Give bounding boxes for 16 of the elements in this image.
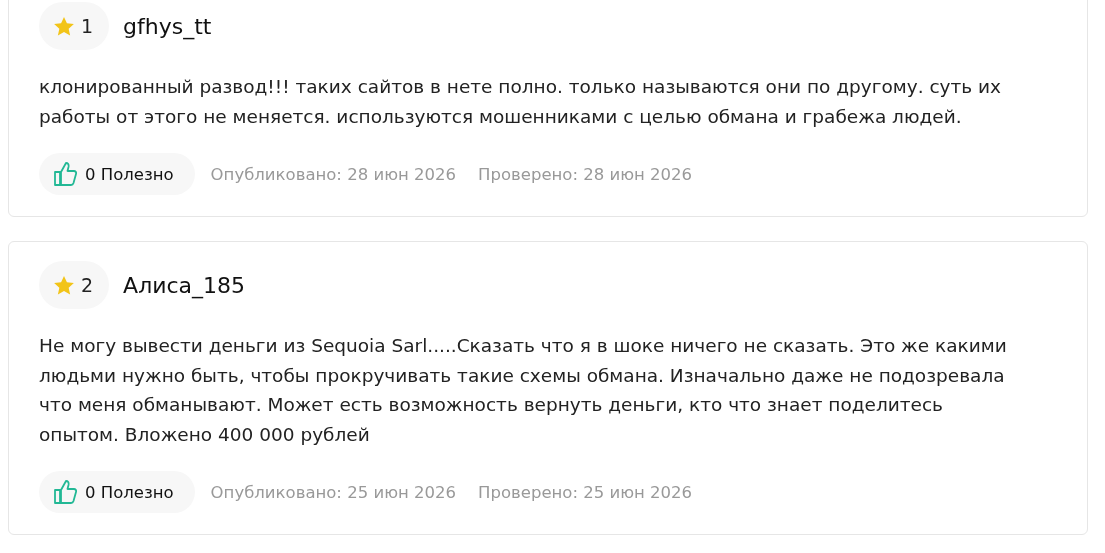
review-text: Не могу вывести деньги из Sequoia Sarl.....Сказать что я в шоке ничего не сказать. Это же какими людьми нужно быть, чтобы прокручивать такие схемы обмана. Изначально даже не подозревала что меня обманывают. Может есть возможность вернуть деньги, кто что знает поделитесь опытом. Вложено 400 000 рублей	[39, 334, 1008, 447]
star-icon	[53, 15, 75, 37]
checked-date: Проверено: 25 июн 2026	[478, 482, 693, 502]
published-date: Опубликовано: 25 июн 2026	[210, 482, 457, 502]
star-icon	[53, 274, 75, 296]
helpful-button[interactable]: 0 Полезно	[39, 471, 195, 513]
thumbs-up-icon	[53, 161, 77, 187]
review-text: клонированный развод!!! таких сайтов в нете полно. только называются они по другому. суть их работы от этого не меняется. используются мошенниками с целью обмана и грабежа людей.	[39, 75, 1003, 129]
author-name: gfhys_tt	[123, 13, 212, 39]
helpful-button[interactable]: 0 Полезно	[39, 153, 195, 195]
thumbs-up-icon	[53, 479, 77, 505]
published-date: Опубликовано: 28 июн 2026	[210, 164, 457, 184]
rating-value: 2	[81, 274, 94, 296]
checked-date: Проверено: 28 июн 2026	[478, 164, 693, 184]
rating-value: 1	[81, 15, 94, 37]
author-name: Алиса_185	[123, 272, 246, 298]
